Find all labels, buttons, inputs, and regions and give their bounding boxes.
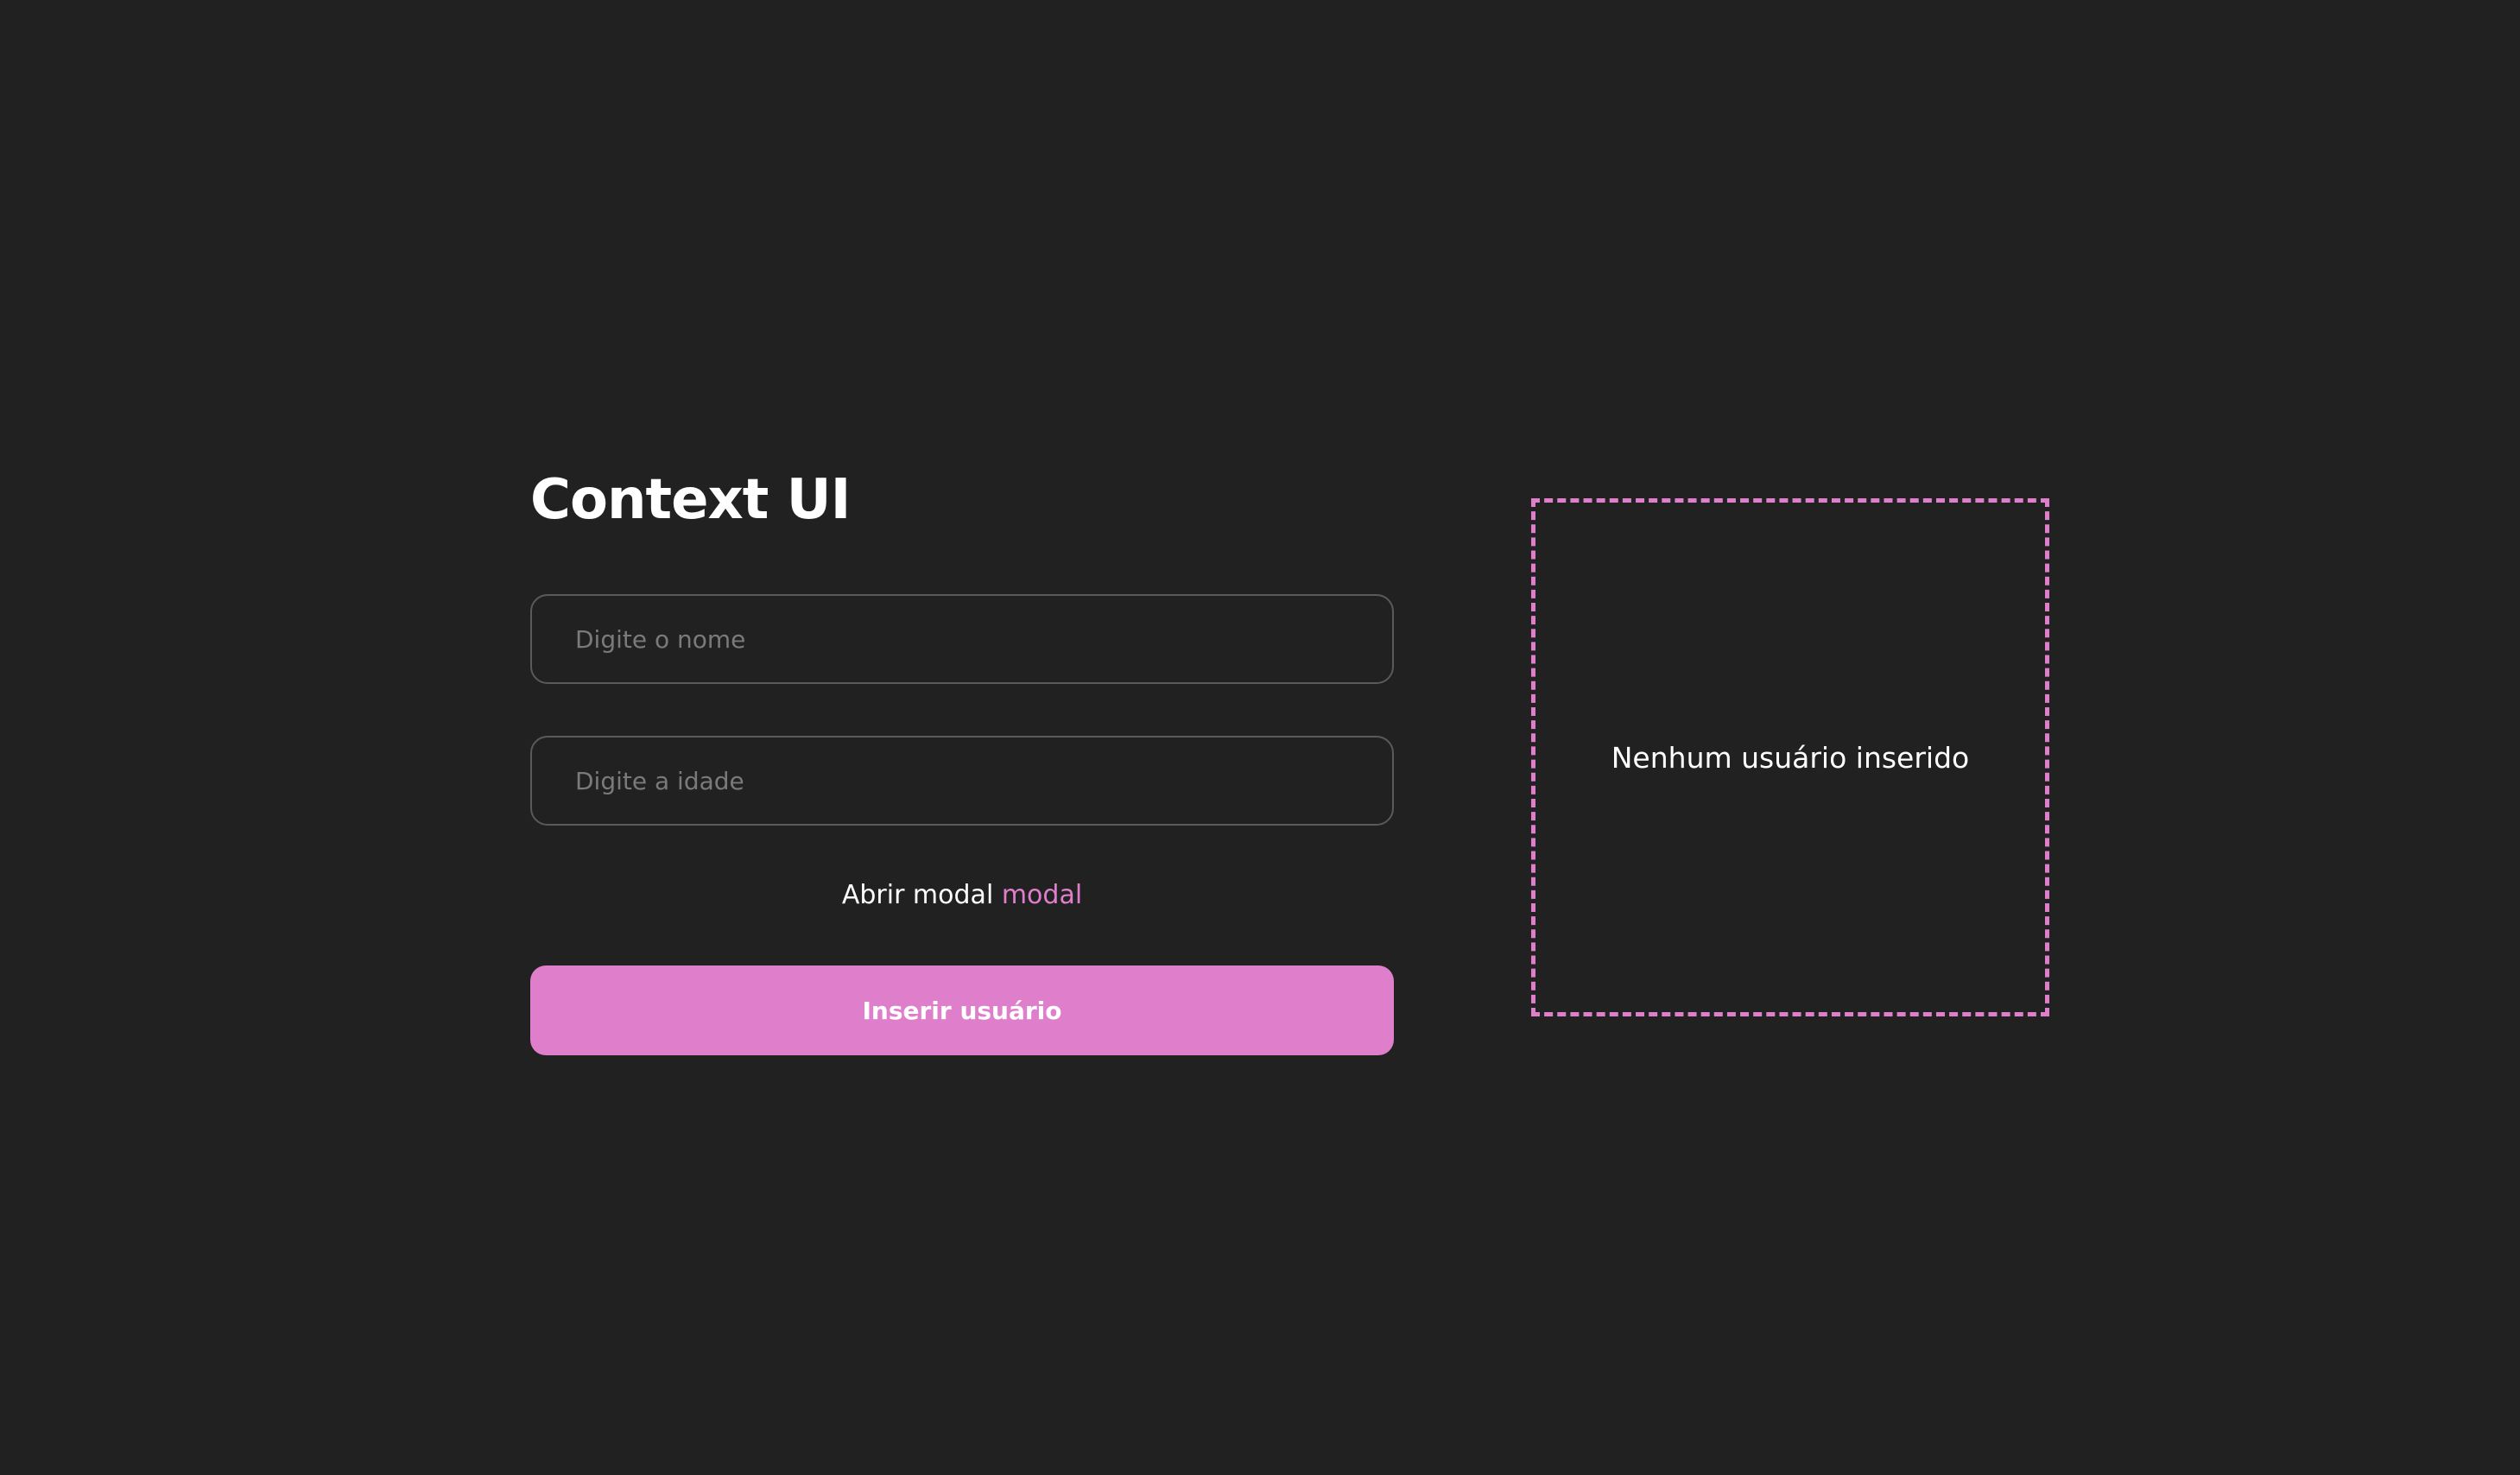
open-modal-link[interactable]: modal bbox=[1002, 880, 1082, 910]
age-input[interactable] bbox=[530, 736, 1394, 826]
name-input[interactable] bbox=[530, 594, 1394, 684]
open-modal-label: Abrir modal bbox=[841, 880, 994, 910]
insert-user-button[interactable]: Inserir usuário bbox=[530, 965, 1394, 1055]
open-modal-row: Abrir modal modal bbox=[530, 874, 1394, 917]
empty-users-message: Nenhum usuário inserido bbox=[1611, 740, 1970, 775]
users-panel: Nenhum usuário inserido bbox=[1531, 498, 2049, 1016]
page-title: Context UI bbox=[530, 468, 851, 532]
